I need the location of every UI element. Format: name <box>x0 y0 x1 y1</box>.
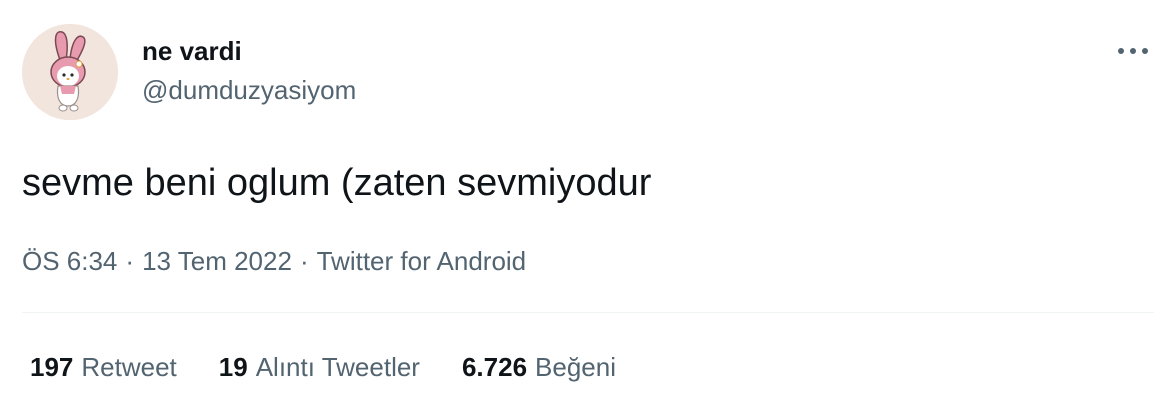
tweet-text: sevme beni oglum (zaten sevmiyodur <box>22 162 652 204</box>
more-options-button[interactable] <box>1108 34 1158 68</box>
tweet-source[interactable]: Twitter for Android <box>317 244 527 278</box>
retweets-label: Retweet <box>81 352 177 382</box>
tweet-metadata: ÖS 6:34 · 13 Tem 2022 · Twitter for Andr… <box>22 244 526 278</box>
tweet-date[interactable]: 13 Tem 2022 <box>142 244 292 278</box>
quote-tweets-stat[interactable]: 19 Alıntı Tweetler <box>219 350 420 384</box>
divider <box>22 312 1154 313</box>
meta-separator: · <box>125 246 135 276</box>
bunny-avatar-icon <box>22 24 118 120</box>
meta-separator: · <box>299 246 309 276</box>
quote-tweets-count: 19 <box>218 352 248 382</box>
tweet-time[interactable]: ÖS 6:34 <box>22 244 117 278</box>
retweets-stat[interactable]: 197 Retweet <box>30 350 177 384</box>
likes-label: Beğeni <box>535 352 617 382</box>
likes-stat[interactable]: 6.726 Beğeni <box>462 350 616 384</box>
user-handle[interactable]: @dumduzyasiyom <box>142 74 356 106</box>
engagement-stats: 197 Retweet 19 Alıntı Tweetler 6.726 Beğ… <box>30 350 658 384</box>
likes-count: 6.726 <box>461 352 528 382</box>
display-name[interactable]: ne vardi <box>142 35 242 67</box>
quote-tweets-label: Alıntı Tweetler <box>255 352 420 382</box>
avatar[interactable] <box>22 24 118 120</box>
retweets-count: 197 <box>30 352 74 382</box>
tweet-card: ne vardi @dumduzyasiyom sevme beni oglum… <box>0 0 1176 408</box>
more-options-icon <box>1118 48 1148 54</box>
